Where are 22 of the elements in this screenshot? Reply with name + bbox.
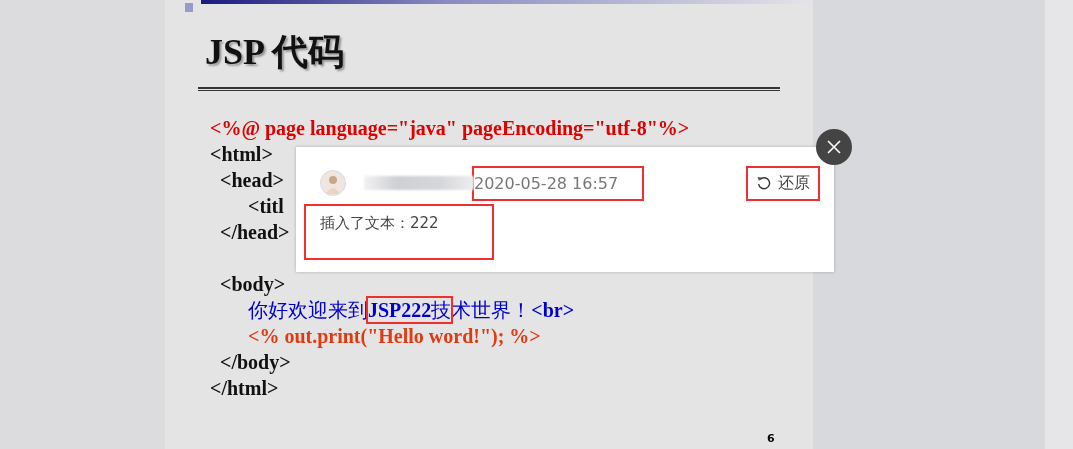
code-text: <%@ page language="java" pageEncoding="utf-8"%> — [210, 117, 690, 139]
close-icon — [826, 139, 842, 155]
code-text: 术世界！ — [451, 299, 532, 321]
code-text: <% out.print("Hello word!"); %> — [248, 325, 541, 347]
restore-button[interactable]: 还原 — [748, 167, 818, 199]
code-text: </html> — [210, 377, 279, 399]
page-number: 6 — [767, 432, 775, 445]
code-text: </head> — [220, 221, 290, 243]
code-text: <head> — [220, 169, 284, 191]
change-description: 插入了文本：222 — [306, 206, 492, 258]
timestamp: 2020-05-28 16:57 — [474, 167, 643, 199]
code-text: 你好欢迎来到 — [248, 299, 368, 321]
code-text: <titl — [248, 195, 284, 217]
code-text: </body> — [220, 351, 291, 373]
code-text: <body> — [220, 273, 286, 295]
avatar — [320, 170, 346, 196]
highlighted-code: JSP222技 — [368, 298, 452, 322]
code-text: <html> — [210, 143, 273, 165]
undo-icon — [756, 175, 772, 191]
slide-title: JSP 代码 — [205, 31, 346, 74]
code-text: <br> — [531, 299, 575, 321]
decor-square — [185, 3, 193, 12]
